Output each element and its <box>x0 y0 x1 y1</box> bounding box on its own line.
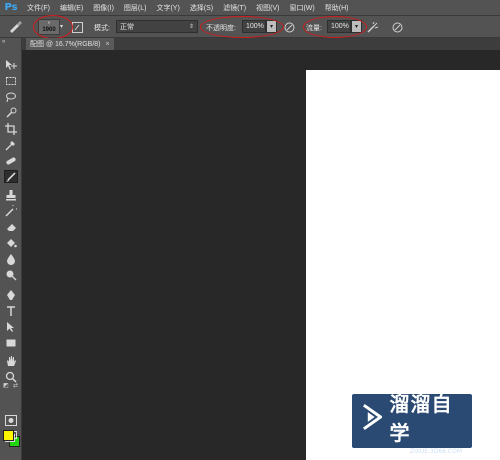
photoshop-logo: Ps <box>4 2 18 13</box>
hand-icon <box>7 355 16 366</box>
menu-image[interactable]: 图像(I) <box>88 3 119 13</box>
tool-hand[interactable] <box>4 354 18 367</box>
mode-value: 正常 <box>120 23 134 31</box>
tool-blur[interactable] <box>4 252 18 265</box>
tool-lasso[interactable] <box>4 90 18 103</box>
menu-edit[interactable]: 编辑(E) <box>55 3 88 13</box>
flow-label: 流量: <box>306 25 322 32</box>
pen-pressure-size-icon <box>392 22 402 32</box>
zoom-icon <box>5 371 17 383</box>
paint-bucket-icon <box>7 238 17 247</box>
tool-move[interactable] <box>4 58 18 71</box>
mode-dropdown-icon: ⇕ <box>188 24 194 30</box>
dodge-icon <box>6 270 17 280</box>
mode-label: 模式: <box>94 25 110 32</box>
flow-value: 100% <box>331 23 349 30</box>
toolbar-collapse-icon[interactable]: « <box>2 39 5 45</box>
pen-pressure-icon <box>284 22 294 32</box>
quick-mask-icon <box>5 415 17 426</box>
menu-help[interactable]: 帮助(H) <box>320 3 354 13</box>
eyedropper-icon <box>5 140 15 150</box>
brush-panel-icon <box>71 21 83 33</box>
play-logo-icon <box>363 403 383 430</box>
eraser-icon <box>7 223 16 231</box>
tool-quick-select[interactable] <box>4 106 18 119</box>
brush-picker-arrow-icon[interactable]: ▾ <box>60 23 63 30</box>
quick-select-icon <box>6 107 17 118</box>
tool-clone-stamp[interactable] <box>4 188 18 201</box>
close-icon[interactable]: × <box>106 41 110 48</box>
watermark-url: ZIXUE.3D66.COM <box>409 447 462 455</box>
swap-colors-icon[interactable]: ⇄ <box>13 382 18 389</box>
tools-panel: « ◩ ⇄ <box>0 38 22 460</box>
history-brush-icon <box>5 204 17 217</box>
tool-healing-brush[interactable] <box>4 154 18 167</box>
clone-stamp-icon <box>6 189 16 200</box>
quick-mask-button[interactable] <box>4 414 18 427</box>
tool-dodge[interactable] <box>4 268 18 281</box>
foreground-color-swatch[interactable] <box>3 430 14 441</box>
menu-file[interactable]: 文件(F) <box>22 3 55 13</box>
menu-select[interactable]: 选择(S) <box>185 3 218 13</box>
flow-input[interactable]: 100% <box>327 20 351 33</box>
menu-view[interactable]: 视图(V) <box>251 3 284 13</box>
brush-size-picker[interactable]: ● 1900 <box>38 19 60 35</box>
default-colors-icon[interactable]: ◩ <box>3 382 9 389</box>
brush-preset-icon <box>10 21 22 33</box>
tool-rectangle[interactable] <box>4 336 18 349</box>
opacity-label: 不透明度: <box>206 25 236 32</box>
lasso-icon <box>6 92 16 102</box>
opacity-value: 100% <box>246 23 264 30</box>
opacity-slider-toggle[interactable]: ▾ <box>266 20 277 33</box>
tool-pen[interactable] <box>4 288 18 301</box>
move-icon <box>6 59 17 70</box>
tool-history-brush[interactable] <box>4 204 18 217</box>
tool-brush[interactable] <box>4 170 18 183</box>
tool-path-select[interactable] <box>4 320 18 333</box>
type-icon <box>7 305 15 316</box>
tool-marquee[interactable] <box>4 74 18 87</box>
flow-slider-toggle[interactable]: ▾ <box>351 20 362 33</box>
brush-icon <box>6 171 16 182</box>
watermark: 溜溜自学 ZIXUE.3D66.COM <box>352 392 472 455</box>
blur-icon <box>7 253 15 265</box>
menu-type[interactable]: 文字(Y) <box>151 3 184 13</box>
menu-layer[interactable]: 图层(L) <box>119 3 152 13</box>
tool-preset-picker[interactable] <box>4 19 26 35</box>
crop-icon <box>5 122 17 135</box>
watermark-title: 溜溜自学 <box>389 391 453 445</box>
tool-crop[interactable] <box>4 122 18 135</box>
tool-eraser[interactable] <box>4 220 18 233</box>
healing-brush-icon <box>6 157 16 164</box>
pressure-size-button[interactable] <box>390 20 404 34</box>
rectangle-icon <box>6 339 16 346</box>
brush-size-value: 1900 <box>42 27 56 33</box>
opacity-input[interactable]: 100% <box>242 20 266 33</box>
mode-select[interactable]: 正常 ⇕ <box>116 20 198 33</box>
menu-filter[interactable]: 滤镜(T) <box>218 3 251 13</box>
airbrush-icon <box>367 21 379 33</box>
menu-window[interactable]: 窗口(W) <box>284 3 319 13</box>
options-bar: ● 1900 ▾ 模式: 正常 ⇕ 不透明度: 100% ▾ 流量: 100% … <box>0 15 500 39</box>
document-tab[interactable]: 配图 @ 16.7%(RGB/8) × <box>26 38 114 50</box>
brush-panel-toggle[interactable] <box>70 20 84 34</box>
pen-icon <box>7 289 15 300</box>
pressure-opacity-button[interactable] <box>282 20 296 34</box>
marquee-icon <box>6 76 16 85</box>
tool-type[interactable] <box>4 304 18 317</box>
tool-paint-bucket[interactable] <box>4 236 18 249</box>
menu-bar: Ps 文件(F) 编辑(E) 图像(I) 图层(L) 文字(Y) 选择(S) 滤… <box>0 0 500 16</box>
tool-eyedropper[interactable] <box>4 138 18 151</box>
path-select-icon <box>7 321 14 332</box>
document-tab-title: 配图 @ 16.7%(RGB/8) <box>30 41 101 48</box>
airbrush-button[interactable] <box>366 20 380 34</box>
